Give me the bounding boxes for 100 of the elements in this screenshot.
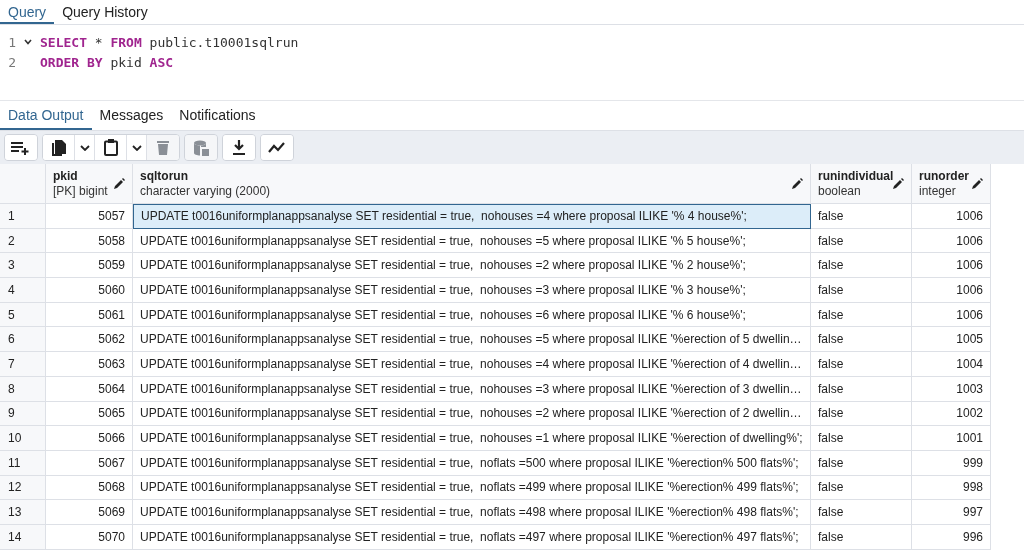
column-name: runindividual <box>818 168 894 184</box>
table-cell: UPDATE t0016uniformplanappsanalyse SET residential = true, noflats =499 where proposal ILIKE '%erection% 499 flats%'; <box>133 475 811 501</box>
table-cell: UPDATE t0016uniformplanappsanalyse SET residential = true, noflats =497 where proposal ILIKE '%erection% 497 flats%'; <box>133 524 811 550</box>
row-number[interactable]: 7 <box>0 352 46 377</box>
table-cell: 5062 <box>46 327 133 353</box>
table-cell: 5064 <box>46 376 133 402</box>
table-cell: 5068 <box>46 475 133 501</box>
table-cell: false <box>811 376 912 402</box>
table-cell: 996 <box>912 524 991 550</box>
row-number[interactable]: 6 <box>0 327 46 353</box>
table-cell: false <box>811 450 912 476</box>
fold-caret-icon[interactable] <box>24 39 32 45</box>
row-number[interactable]: 2 <box>0 228 46 254</box>
code-line: SELECT * FROM public.t10001sqlrun <box>40 34 299 50</box>
line-number: 2 <box>7 54 16 70</box>
column-name: pkid <box>53 168 79 184</box>
clipboard-icon <box>103 139 118 156</box>
table-cell: UPDATE t0016uniformplanappsanalyse SET residential = true, noflats =498 where proposal ILIKE '%erection% 498 flats%'; <box>133 500 811 525</box>
table-cell: 5060 <box>46 278 133 303</box>
query-editor[interactable]: 1 SELECT * FROM public.t10001sqlrun 2 ORDER BY pkid ASC <box>0 25 1024 100</box>
table-cell: false <box>811 401 912 427</box>
table-cell: 5065 <box>46 401 133 427</box>
table-cell: 1006 <box>912 302 991 328</box>
table-cell: 5067 <box>46 450 133 476</box>
column-name: runorder <box>919 168 969 184</box>
editor-tab[interactable]: Query History <box>54 0 156 24</box>
trash-icon <box>157 140 169 155</box>
table-cell: UPDATE t0016uniformplanappsanalyse SET residential = true, nohouses =4 where proposal ILIKE '% 4 house%'; <box>133 204 811 229</box>
pencil-icon[interactable] <box>972 178 983 189</box>
column-name: sqltorun <box>140 168 189 184</box>
row-number[interactable]: 3 <box>0 253 46 279</box>
table-cell: false <box>811 475 912 501</box>
row-number[interactable]: 13 <box>0 500 46 525</box>
column-type: integer <box>919 183 957 199</box>
table-cell: UPDATE t0016uniformplanappsanalyse SET residential = true, noflats =500 where proposal ILIKE '%erection% 500 flats%'; <box>133 450 811 476</box>
table-cell: false <box>811 253 912 279</box>
column-type: boolean <box>818 183 862 199</box>
download-button[interactable] <box>223 135 255 160</box>
table-cell: false <box>811 426 912 451</box>
copy-icon <box>51 139 66 156</box>
row-number[interactable]: 11 <box>0 450 46 476</box>
table-cell: UPDATE t0016uniformplanappsanalyse SET residential = true, nohouses =2 where proposal ILIKE '%erection of 2 dwellin… <box>133 401 811 427</box>
table-cell: UPDATE t0016uniformplanappsanalyse SET residential = true, nohouses =1 where proposal ILIKE '%erection of dwelling%'; <box>133 426 811 451</box>
column-type: character varying (2000) <box>140 183 271 199</box>
line-number: 1 <box>7 34 16 50</box>
table-cell: 1006 <box>912 228 991 254</box>
table-cell: 1006 <box>912 253 991 279</box>
table-cell: UPDATE t0016uniformplanappsanalyse SET residential = true, nohouses =4 where proposal ILIKE '%erection of 4 dwellin… <box>133 352 811 377</box>
row-number[interactable]: 10 <box>0 426 46 451</box>
caret-icon <box>131 144 142 151</box>
row-number[interactable]: 8 <box>0 376 46 402</box>
row-number[interactable]: 5 <box>0 302 46 328</box>
table-cell: false <box>811 204 912 229</box>
table-cell: 1003 <box>912 376 991 402</box>
add-row-icon <box>11 140 31 155</box>
table-cell: false <box>811 278 912 303</box>
table-cell: 5066 <box>46 426 133 451</box>
table-cell: 1001 <box>912 426 991 451</box>
table-cell: UPDATE t0016uniformplanappsanalyse SET residential = true, nohouses =2 where proposal ILIKE '% 2 house%'; <box>133 253 811 279</box>
table-cell: 998 <box>912 475 991 501</box>
database-icon <box>193 139 209 156</box>
table-cell: false <box>811 228 912 254</box>
caret-icon <box>79 144 90 151</box>
table-cell: 1006 <box>912 278 991 303</box>
output-tab[interactable]: Notifications <box>171 101 264 130</box>
table-cell: false <box>811 524 912 550</box>
table-cell: 1005 <box>912 327 991 353</box>
row-number[interactable]: 14 <box>0 524 46 550</box>
table-cell: UPDATE t0016uniformplanappsanalyse SET residential = true, nohouses =5 where proposal ILIKE '% 5 house%'; <box>133 228 811 254</box>
table-cell: false <box>811 500 912 525</box>
table-cell: false <box>811 352 912 377</box>
table-cell: 1006 <box>912 204 991 229</box>
code-line: ORDER BY pkid ASC <box>40 54 174 70</box>
add-row-button[interactable] <box>5 135 37 160</box>
table-cell: 997 <box>912 500 991 525</box>
row-number[interactable]: 12 <box>0 475 46 501</box>
table-cell: UPDATE t0016uniformplanappsanalyse SET residential = true, nohouses =3 where proposal ILIKE '%erection of 3 dwellin… <box>133 376 811 402</box>
table-cell: 5061 <box>46 302 133 328</box>
download-icon <box>232 139 246 156</box>
table-cell: false <box>811 302 912 328</box>
copy-button[interactable] <box>43 135 75 160</box>
graph-button[interactable] <box>261 135 293 160</box>
row-number[interactable]: 4 <box>0 278 46 303</box>
editor-tab[interactable]: Query <box>0 0 55 24</box>
table-cell: 5070 <box>46 524 133 550</box>
row-number[interactable]: 1 <box>0 204 46 229</box>
pencil-icon[interactable] <box>893 178 905 189</box>
table-cell: 5063 <box>46 352 133 377</box>
table-cell: 5059 <box>46 253 133 279</box>
column-type: [PK] bigint <box>53 183 108 199</box>
table-cell: UPDATE t0016uniformplanappsanalyse SET residential = true, nohouses =6 where proposal ILIKE '% 6 house%'; <box>133 302 811 328</box>
pencil-icon[interactable] <box>114 178 125 189</box>
output-tab[interactable]: Messages <box>91 101 172 130</box>
pencil-icon[interactable] <box>792 178 803 189</box>
line-chart-icon <box>268 141 286 154</box>
table-cell: 5069 <box>46 500 133 525</box>
table-cell: 1002 <box>912 401 991 427</box>
table-cell: 5058 <box>46 228 133 254</box>
table-cell: 1004 <box>912 352 991 377</box>
row-number[interactable]: 9 <box>0 401 46 427</box>
